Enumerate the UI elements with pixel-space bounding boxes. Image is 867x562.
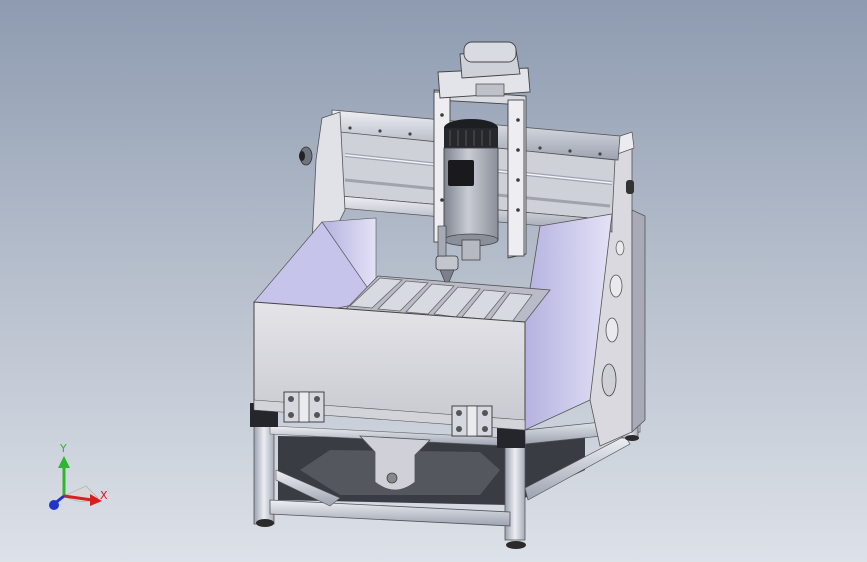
x-axis-label: X bbox=[100, 489, 108, 502]
cnc-router-model[interactable] bbox=[0, 0, 867, 562]
coordinate-triad: Y X bbox=[38, 440, 118, 516]
hinge-right[interactable] bbox=[451, 405, 493, 437]
hinge-left[interactable] bbox=[283, 391, 325, 423]
y-axis-label: Y bbox=[60, 442, 67, 455]
graphics-viewport[interactable]: Y X bbox=[0, 0, 867, 562]
spindle-motor[interactable] bbox=[435, 119, 499, 283]
axes-icon bbox=[49, 456, 102, 510]
